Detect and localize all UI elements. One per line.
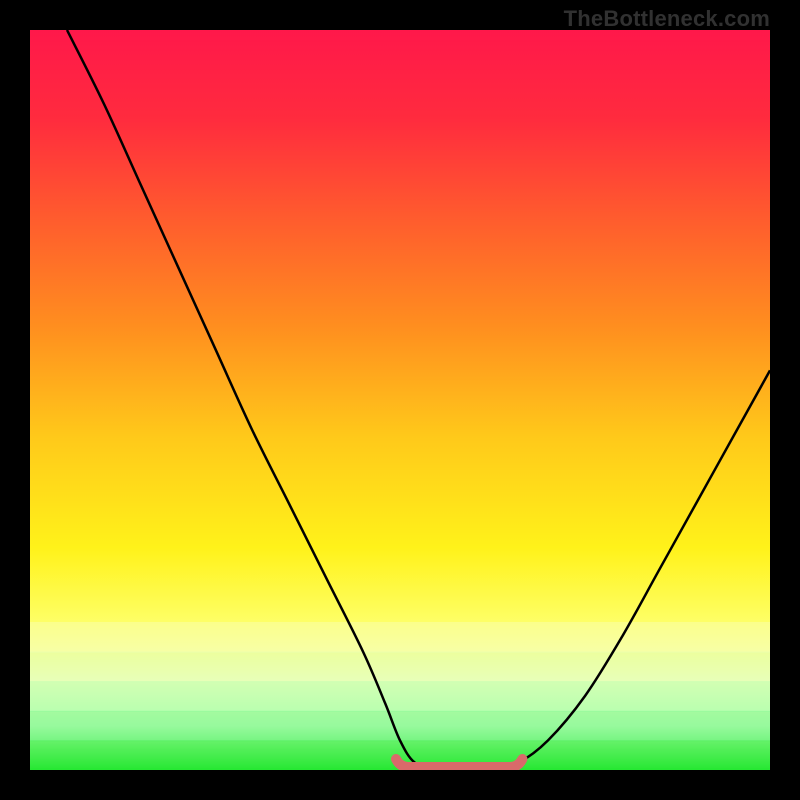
watermark-text: TheBottleneck.com xyxy=(564,6,770,32)
chart-svg xyxy=(30,30,770,770)
chart-frame: TheBottleneck.com xyxy=(0,0,800,800)
plot-area xyxy=(30,30,770,770)
bottom-bands xyxy=(30,622,770,770)
